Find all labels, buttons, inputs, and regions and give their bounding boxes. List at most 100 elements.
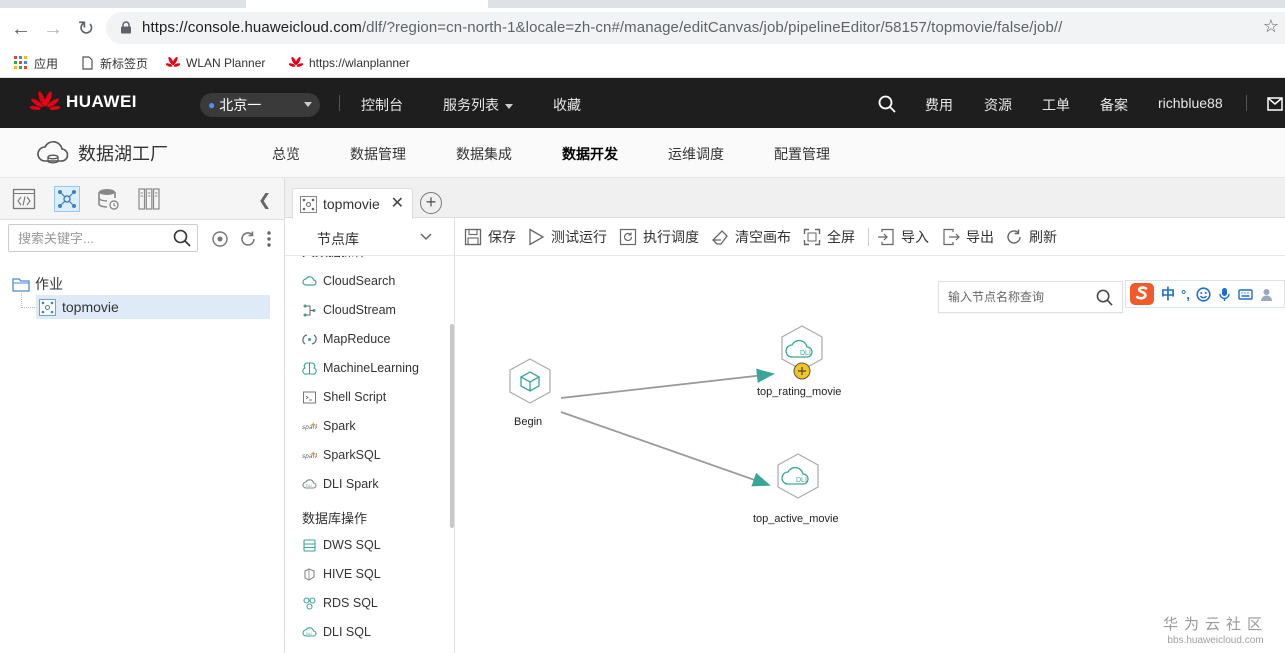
back-icon[interactable]: ← xyxy=(10,18,32,40)
chevron-down-icon xyxy=(304,102,312,107)
node-hive-sql[interactable]: HIVE SQL xyxy=(302,564,381,584)
begin-node[interactable] xyxy=(509,358,551,404)
locate-icon[interactable] xyxy=(211,230,229,248)
refresh-icon[interactable] xyxy=(239,230,257,248)
tab-config-management[interactable]: 配置管理 xyxy=(774,144,830,164)
sogou-logo-icon[interactable] xyxy=(1129,282,1155,306)
node-dli-spark[interactable]: DLI DLI Spark xyxy=(302,474,379,494)
tab-topmovie[interactable]: topmovie ✕ xyxy=(292,188,413,219)
database-icon[interactable] xyxy=(96,187,120,211)
node-spark[interactable]: spark Spark xyxy=(302,416,356,436)
nav-resources[interactable]: 资源 xyxy=(984,95,1012,115)
node-shell-script[interactable]: Shell Script xyxy=(302,387,386,407)
divider xyxy=(339,95,340,111)
search-icon[interactable] xyxy=(878,95,896,113)
nav-billing[interactable]: 费用 xyxy=(925,95,953,115)
node-cloudsearch[interactable]: CloudSearch xyxy=(302,271,395,291)
edge-begin-to-active[interactable] xyxy=(560,411,771,487)
fullscreen-icon xyxy=(803,228,821,246)
job-network-icon[interactable] xyxy=(54,186,80,212)
bookmark-apps-label: 应用 xyxy=(34,56,59,71)
keyboard-icon[interactable] xyxy=(1238,287,1253,302)
user-name[interactable]: richblue88 xyxy=(1158,95,1223,111)
node-mapreduce[interactable]: MapReduce xyxy=(302,329,390,349)
collapse-panel-icon[interactable]: ❮ xyxy=(258,190,271,210)
close-icon[interactable]: ✕ xyxy=(391,193,404,213)
export-button[interactable]: 导出 xyxy=(942,227,994,247)
bookmark-wlan-planner[interactable]: WLAN Planner xyxy=(166,54,265,72)
warning-plus-icon[interactable] xyxy=(793,362,811,380)
emoji-icon[interactable] xyxy=(1196,286,1211,302)
bookmark-apps[interactable]: 应用 xyxy=(14,54,58,72)
region-selector[interactable]: ● 北京一 xyxy=(200,93,320,117)
script-code-icon[interactable] xyxy=(12,187,36,211)
bookmark-wlanplanner-url[interactable]: https://wlanplanner xyxy=(289,54,410,72)
mapreduce-icon xyxy=(302,333,317,345)
edge-begin-to-rating[interactable] xyxy=(560,368,775,399)
huawei-flower-icon xyxy=(30,91,60,111)
resource-bars-icon[interactable] xyxy=(137,187,161,211)
job-editor: topmovie ✕ + 节点库 大数据操作 CloudSearch Cloud… xyxy=(285,178,1285,653)
tab-ops-scheduling[interactable]: 运维调度 xyxy=(668,144,724,164)
import-button[interactable]: 导入 xyxy=(877,227,929,247)
active-node[interactable]: DLI xyxy=(777,453,819,499)
chevron-down-icon xyxy=(505,103,513,109)
clear-canvas-button[interactable]: 清空画布 xyxy=(711,227,791,247)
node-dli-sql[interactable]: DLI DLI SQL xyxy=(302,622,371,642)
brand-name: HUAWEI xyxy=(66,92,137,111)
search-icon[interactable] xyxy=(173,229,191,247)
test-run-button[interactable]: 测试运行 xyxy=(527,227,607,247)
more-vertical-icon[interactable] xyxy=(266,230,272,248)
node-search-input[interactable] xyxy=(939,282,1079,312)
node-dws-sql[interactable]: DWS SQL xyxy=(302,535,381,555)
tab-overview[interactable]: 总览 xyxy=(272,144,300,164)
cloud-database-icon xyxy=(37,141,69,164)
nav-tickets[interactable]: 工单 xyxy=(1042,95,1070,115)
search-icon[interactable] xyxy=(1096,289,1113,306)
browser-active-tab[interactable] xyxy=(246,0,488,8)
punctuation-icon[interactable]: °, xyxy=(1181,287,1190,302)
mail-icon[interactable] xyxy=(1267,97,1283,111)
forward-icon[interactable]: → xyxy=(42,18,64,40)
rating-node[interactable]: DLI xyxy=(781,325,823,380)
bookmark-newtab[interactable]: 新标签页 xyxy=(80,54,148,72)
nav-console[interactable]: 控制台 xyxy=(361,95,403,115)
product-logo[interactable]: 数据湖工厂 xyxy=(36,140,168,166)
node-list-scrollbar[interactable] xyxy=(450,324,454,528)
add-tab-icon[interactable]: + xyxy=(420,192,442,214)
refresh-button[interactable]: 刷新 xyxy=(1005,227,1057,247)
ime-lang-label[interactable]: 中 xyxy=(1161,284,1175,304)
tree-folder-jobs[interactable]: 作业 xyxy=(12,274,63,294)
nav-favorites[interactable]: 收藏 xyxy=(553,95,581,115)
bookmark-star-icon[interactable]: ☆ xyxy=(1263,16,1279,37)
chevron-down-icon xyxy=(420,233,432,241)
nav-service-list[interactable]: 服务列表 xyxy=(443,95,513,115)
node-cloudstream[interactable]: CloudStream xyxy=(302,300,396,320)
eraser-icon xyxy=(712,230,728,245)
save-button[interactable]: 保存 xyxy=(464,227,516,247)
nav-filing[interactable]: 备案 xyxy=(1100,95,1128,115)
microphone-icon[interactable] xyxy=(1217,287,1232,302)
user-icon[interactable] xyxy=(1259,287,1274,302)
workflow-canvas[interactable]: DLI DLI Begin top_rating_movie top_activ… xyxy=(455,256,1285,653)
watermark-site: bbs.huaweicloud.com xyxy=(1167,635,1264,646)
node-sparksql[interactable]: spark SparkSQL xyxy=(302,445,381,465)
tab-data-management[interactable]: 数据管理 xyxy=(350,144,406,164)
cloud-search-icon xyxy=(302,275,317,286)
huawei-logo[interactable]: HUAWEI xyxy=(30,90,137,114)
schedule-icon xyxy=(619,228,637,246)
node-rds-sql[interactable]: RDS SQL xyxy=(302,593,378,613)
node-library-header[interactable]: 节点库 xyxy=(285,218,455,256)
job-search-input[interactable] xyxy=(9,225,159,251)
execute-schedule-button[interactable]: 执行调度 xyxy=(619,227,699,247)
tree-item-topmovie[interactable]: topmovie xyxy=(36,295,270,319)
tab-data-development[interactable]: 数据开发 xyxy=(562,144,618,164)
spark-icon: spark xyxy=(302,450,317,460)
tree-item-label: topmovie xyxy=(62,299,119,315)
node-machinelearning[interactable]: MachineLearning xyxy=(302,358,419,378)
url-bar[interactable]: https://console.huaweicloud.com/dlf/?reg… xyxy=(106,12,1285,44)
tree-folder-label: 作业 xyxy=(35,276,63,292)
tab-data-integration[interactable]: 数据集成 xyxy=(456,144,512,164)
reload-icon[interactable]: ↻ xyxy=(75,18,97,40)
fullscreen-button[interactable]: 全屏 xyxy=(803,227,855,247)
